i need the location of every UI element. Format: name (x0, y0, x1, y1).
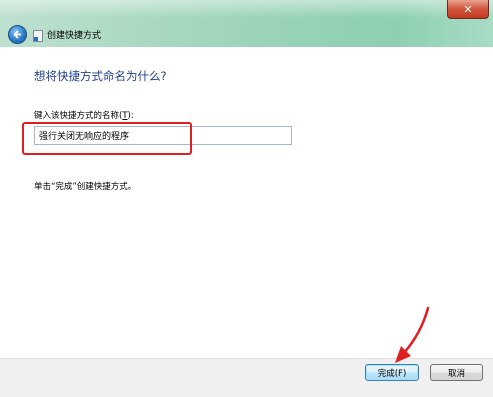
shortcut-name-input[interactable] (34, 126, 292, 145)
close-button[interactable]: ✕ (447, 0, 489, 19)
back-button[interactable] (8, 25, 27, 44)
name-field-label-text: 键入该快捷方式的名称( (34, 111, 123, 121)
wizard-content: 想将快捷方式命名为什么? 键入该快捷方式的名称(T): 单击“完成”创建快捷方式… (0, 47, 493, 358)
finish-hint: 单击“完成”创建快捷方式。 (34, 182, 137, 192)
window-title: 创建快捷方式 (47, 31, 102, 41)
finish-button[interactable]: 完成(F) (365, 364, 419, 381)
name-field-label: 键入该快捷方式的名称(T): (34, 109, 134, 121)
button-bar: 完成(F) 取消 (0, 358, 493, 397)
shortcut-icon (33, 30, 43, 42)
back-arrow-icon (13, 30, 22, 39)
wizard-heading: 想将快捷方式命名为什么? (34, 69, 167, 83)
name-field-label-end: ): (127, 111, 134, 121)
cancel-button[interactable]: 取消 (430, 364, 483, 381)
close-icon: ✕ (463, 2, 473, 16)
